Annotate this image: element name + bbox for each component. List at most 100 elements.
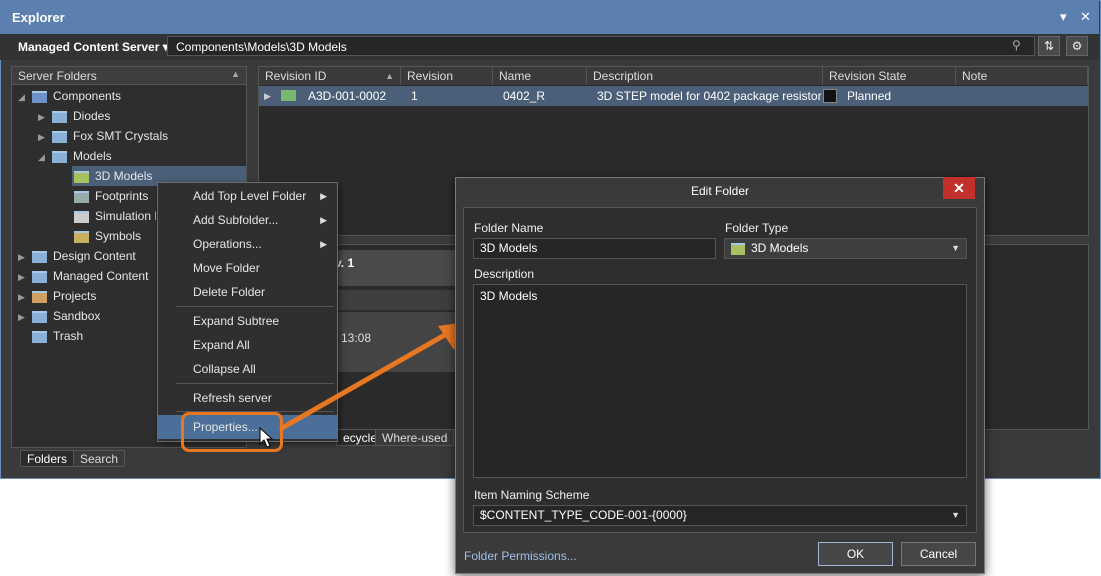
folder-icon [32, 330, 47, 343]
cell-revision-state: Planned [847, 89, 892, 103]
column-revision[interactable]: Revision [401, 67, 493, 85]
cell-description: 3D STEP model for 0402 package resistor [597, 89, 822, 103]
tree-item-label: Managed Content [53, 269, 149, 283]
menu-item-operations[interactable]: Operations... ▶ [158, 232, 337, 256]
folder-icon [52, 130, 67, 143]
tree-item-trash[interactable]: Trash [32, 326, 83, 346]
tree-item-label: Fox SMT Crystals [73, 129, 169, 143]
cancel-button[interactable]: Cancel [901, 542, 976, 566]
menu-label: Add Top Level Folder [193, 189, 307, 203]
folder-type-select[interactable]: 3D Models ▼ [724, 238, 967, 259]
title-bar [0, 0, 1099, 34]
tree-item-label: Footprints [95, 189, 149, 203]
naming-scheme-select[interactable]: $CONTENT_TYPE_CODE-001-{0000} ▼ [473, 505, 967, 526]
column-label: Revision ID [265, 69, 327, 83]
column-description[interactable]: Description [587, 67, 823, 85]
tree-item-design-content[interactable]: ▶ Design Content [18, 246, 136, 266]
tree-item-sandbox[interactable]: ▶ Sandbox [18, 306, 100, 326]
tree-item-simulation-models[interactable]: Simulation M [74, 206, 156, 226]
refresh-icon[interactable]: ⇅ [1038, 36, 1060, 56]
chevron-down-icon: ▼ [951, 243, 960, 253]
components-icon [32, 90, 47, 103]
collapse-icon[interactable]: ◢ [38, 147, 52, 167]
cell-name: 0402_R [503, 89, 546, 103]
path-field[interactable]: Components\Models\3D Models [167, 36, 1035, 56]
folder-icon [32, 270, 47, 283]
tree-item-label: Diodes [73, 109, 111, 123]
folder-icon [52, 150, 67, 163]
projects-icon [32, 290, 47, 303]
column-revision-id[interactable]: Revision ID ▲ [259, 67, 401, 85]
menu-separator [176, 306, 334, 307]
folder-permissions-link[interactable]: Folder Permissions... [464, 549, 577, 563]
tree-item-projects[interactable]: ▶ Projects [18, 286, 96, 306]
tree-item-label: Models [73, 149, 112, 163]
tree-item-label: Projects [53, 289, 97, 303]
tree-item-managed-content[interactable]: ▶ Managed Content [18, 266, 148, 286]
tree-item-symbols[interactable]: Symbols [74, 226, 141, 246]
naming-scheme-value: $CONTENT_TYPE_CODE-001-{0000} [480, 508, 687, 522]
tree-item-fox-smt-crystals[interactable]: ▶ Fox SMT Crystals [38, 126, 168, 146]
folder-icon [52, 110, 67, 123]
sort-up-icon[interactable]: ▲ [231, 69, 240, 79]
menu-item-move-folder[interactable]: Move Folder [158, 256, 337, 280]
collapse-icon[interactable]: ◢ [18, 87, 32, 107]
tab-folders[interactable]: Folders [20, 450, 75, 467]
expand-icon[interactable]: ▶ [18, 287, 32, 307]
pin-icon[interactable]: ▾ [1060, 9, 1067, 25]
tree-item-label: Symbols [95, 229, 142, 243]
chevron-down-icon: ▼ [951, 510, 960, 520]
description-textarea[interactable]: 3D Models [473, 284, 967, 478]
menu-label: Add Subfolder... [193, 213, 279, 227]
expand-icon[interactable]: ▶ [18, 307, 32, 327]
close-icon[interactable]: ✕ [943, 177, 975, 199]
dialog-title: Edit Folder [690, 184, 750, 198]
folder-name-field[interactable]: 3D Models [473, 238, 716, 259]
cell-revision: 1 [411, 89, 418, 103]
ok-button[interactable]: OK [818, 542, 893, 566]
simulation-icon [74, 210, 89, 223]
symbols-icon [74, 230, 89, 243]
tree-item-label: Simulation M [95, 209, 156, 223]
server-selector[interactable]: Managed Content Server ▾ [18, 40, 169, 54]
search-icon[interactable]: ⚲ [1012, 38, 1021, 52]
tree-item-diodes[interactable]: ▶ Diodes [38, 106, 110, 126]
submenu-arrow-icon: ▶ [320, 239, 327, 249]
pane-header-label: Server Folders [18, 69, 97, 83]
submenu-arrow-icon: ▶ [320, 191, 327, 201]
window-title: Explorer [12, 10, 65, 25]
server-label: Managed Content Server [18, 40, 160, 54]
folder-type-value: 3D Models [751, 241, 809, 255]
sort-up-icon: ▲ [385, 71, 394, 81]
folder-type-label: Folder Type [725, 221, 789, 235]
folder-icon [32, 250, 47, 263]
column-revision-state[interactable]: Revision State [823, 67, 956, 85]
expand-icon[interactable]: ▶ [38, 107, 52, 127]
3d-models-icon [731, 242, 745, 255]
close-icon[interactable]: ✕ [1080, 9, 1091, 25]
expand-icon[interactable]: ▶ [18, 247, 32, 267]
tree-item-footprints[interactable]: Footprints [74, 186, 148, 206]
folder-icon [32, 310, 47, 323]
tree-item-label: Design Content [53, 249, 136, 263]
menu-item-delete-folder[interactable]: Delete Folder [158, 280, 337, 304]
column-note[interactable]: Note [956, 67, 1088, 85]
expand-icon[interactable]: ▶ [38, 127, 52, 147]
tree-item-models[interactable]: ◢ Models [38, 146, 112, 166]
pane-header: Server Folders ▲ [12, 67, 246, 85]
footprints-icon [74, 190, 89, 203]
gear-icon[interactable]: ⚙ [1066, 36, 1088, 56]
tab-search[interactable]: Search [73, 450, 126, 467]
menu-item-add-top-level-folder[interactable]: Add Top Level Folder ▶ [158, 184, 337, 208]
tree-item-label: 3D Models [95, 169, 153, 183]
column-name[interactable]: Name [493, 67, 587, 85]
tree-item-components[interactable]: ◢ Components [18, 86, 121, 106]
menu-item-add-subfolder[interactable]: Add Subfolder... ▶ [158, 208, 337, 232]
expand-icon[interactable]: ▶ [264, 86, 271, 106]
3d-model-icon [281, 90, 296, 101]
description-label: Description [474, 267, 535, 281]
3d-models-icon [74, 170, 89, 183]
naming-scheme-label: Item Naming Scheme [474, 488, 590, 502]
expand-icon[interactable]: ▶ [18, 267, 32, 287]
tree-item-label: Sandbox [53, 309, 101, 323]
